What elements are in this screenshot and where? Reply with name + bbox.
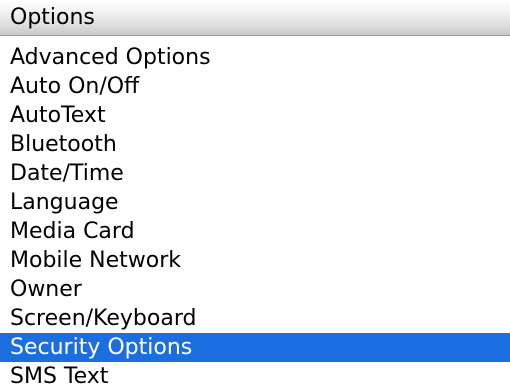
option-item-sms-text[interactable]: SMS Text xyxy=(0,362,510,391)
option-item-screen-keyboard[interactable]: Screen/Keyboard xyxy=(0,304,510,333)
option-item-date-time[interactable]: Date/Time xyxy=(0,159,510,188)
option-item-security-options[interactable]: Security Options xyxy=(0,333,510,362)
option-item-bluetooth[interactable]: Bluetooth xyxy=(0,130,510,159)
option-item-owner[interactable]: Owner xyxy=(0,275,510,304)
screen-title: Options xyxy=(10,5,95,30)
options-list: Advanced Options Auto On/Off AutoText Bl… xyxy=(0,43,510,391)
option-item-media-card[interactable]: Media Card xyxy=(0,217,510,246)
option-item-mobile-network[interactable]: Mobile Network xyxy=(0,246,510,275)
option-item-advanced-options[interactable]: Advanced Options xyxy=(0,43,510,72)
option-item-auto-on-off[interactable]: Auto On/Off xyxy=(0,72,510,101)
option-item-autotext[interactable]: AutoText xyxy=(0,101,510,130)
option-item-language[interactable]: Language xyxy=(0,188,510,217)
title-bar: Options xyxy=(0,0,510,36)
